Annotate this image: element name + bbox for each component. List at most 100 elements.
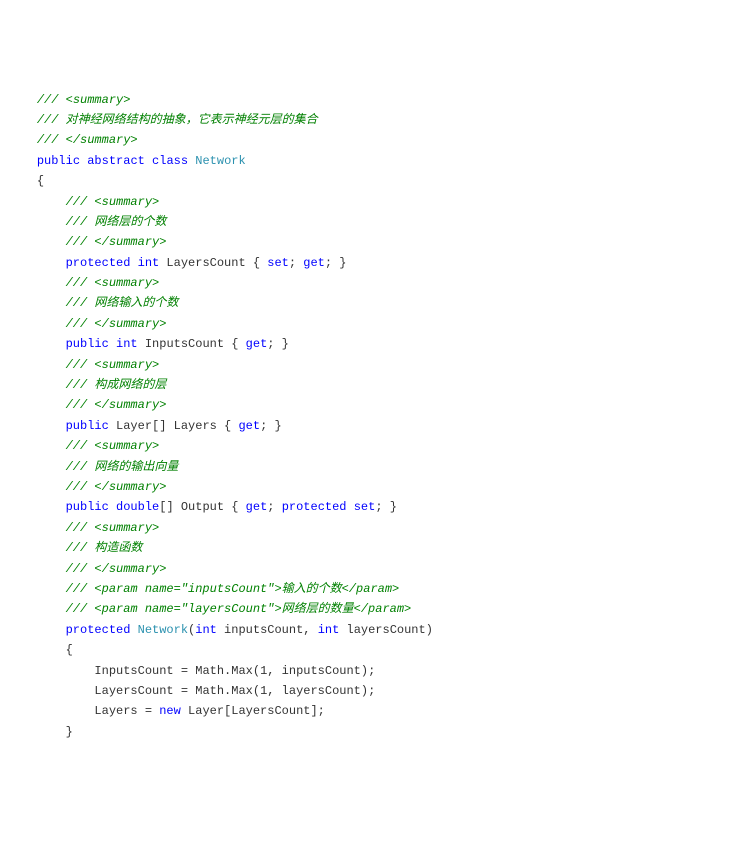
code-line: /// 网络输入的个数: [8, 293, 721, 313]
token-pl: {: [66, 643, 73, 657]
token-pl: LayersCount {: [159, 256, 267, 270]
code-line: /// 网络层的个数: [8, 212, 721, 232]
token-pl: [130, 623, 137, 637]
token-cm: /// <param name="layersCount">网络层的数量</pa…: [66, 602, 412, 616]
token-kw: class: [152, 154, 188, 168]
token-cm: /// </summary>: [66, 480, 167, 494]
token-pl: ; }: [325, 256, 347, 270]
token-kw: public: [66, 500, 109, 514]
code-line: LayersCount = Math.Max(1, layersCount);: [8, 681, 721, 701]
code-line: public int InputsCount { get; }: [8, 334, 721, 354]
token-kw: int: [116, 337, 138, 351]
token-pl: [] Output {: [159, 500, 245, 514]
token-pl: [145, 154, 152, 168]
code-line: /// 构造函数: [8, 538, 721, 558]
token-pl: [109, 500, 116, 514]
token-pl: Layer[] Layers {: [109, 419, 239, 433]
code-line: protected Network(int inputsCount, int l…: [8, 620, 721, 640]
token-kw: int: [138, 256, 160, 270]
token-cm: /// <param name="inputsCount">输入的个数</par…: [66, 582, 400, 596]
code-line: }: [8, 722, 721, 742]
token-kw: public: [66, 337, 109, 351]
token-num: 1: [260, 684, 267, 698]
token-kw: protected: [282, 500, 347, 514]
token-pl: ; }: [267, 337, 289, 351]
token-kw: set: [267, 256, 289, 270]
token-pl: {: [37, 174, 44, 188]
token-pl: }: [66, 725, 73, 739]
token-kw: protected: [66, 256, 131, 270]
token-cm: /// 网络输入的个数: [66, 296, 179, 310]
code-line: /// <summary>: [8, 436, 721, 456]
token-kw: abstract: [87, 154, 145, 168]
code-line: public double[] Output { get; protected …: [8, 497, 721, 517]
token-num: 1: [260, 664, 267, 678]
token-pl: ;: [267, 500, 281, 514]
code-line: /// <summary>: [8, 518, 721, 538]
code-line: /// <summary>: [8, 90, 721, 110]
code-line: public abstract class Network: [8, 151, 721, 171]
token-kw: int: [318, 623, 340, 637]
code-line: public Layer[] Layers { get; }: [8, 416, 721, 436]
code-line: InputsCount = Math.Max(1, inputsCount);: [8, 661, 721, 681]
token-cm: /// <summary>: [66, 439, 160, 453]
code-line: /// </summary>: [8, 130, 721, 150]
code-line: /// 对神经网络结构的抽象，它表示神经元层的集合: [8, 110, 721, 130]
token-cm: /// </summary>: [66, 235, 167, 249]
code-line: Layers = new Layer[LayersCount];: [8, 701, 721, 721]
token-pl: ;: [289, 256, 303, 270]
token-cm: /// 构造函数: [66, 541, 143, 555]
token-ty: Network: [195, 154, 245, 168]
token-cm: /// </summary>: [66, 398, 167, 412]
token-kw: get: [238, 419, 260, 433]
code-line: protected int LayersCount { set; get; }: [8, 253, 721, 273]
token-pl: ; }: [375, 500, 397, 514]
token-kw: public: [37, 154, 80, 168]
token-pl: LayersCount = Math.Max(: [94, 684, 260, 698]
token-cm: /// <summary>: [66, 358, 160, 372]
token-pl: Layer[LayersCount];: [181, 704, 325, 718]
code-line: /// <summary>: [8, 273, 721, 293]
code-line: /// <summary>: [8, 355, 721, 375]
token-kw: get: [303, 256, 325, 270]
token-kw: double: [116, 500, 159, 514]
code-line: /// 构成网络的层: [8, 375, 721, 395]
token-cm: /// </summary>: [66, 562, 167, 576]
token-cm: /// <summary>: [66, 276, 160, 290]
token-pl: [109, 337, 116, 351]
code-line: /// <param name="inputsCount">输入的个数</par…: [8, 579, 721, 599]
token-pl: [130, 256, 137, 270]
token-kw: protected: [66, 623, 131, 637]
code-line: /// </summary>: [8, 559, 721, 579]
token-cm: /// 网络的输出向量: [66, 460, 179, 474]
code-line: {: [8, 640, 721, 660]
code-block: /// <summary> /// 对神经网络结构的抽象，它表示神经元层的集合 …: [8, 90, 721, 743]
token-kw: new: [159, 704, 181, 718]
token-pl: , inputsCount);: [267, 664, 375, 678]
code-line: /// </summary>: [8, 314, 721, 334]
token-cm: /// </summary>: [66, 317, 167, 331]
token-pl: InputsCount = Math.Max(: [94, 664, 260, 678]
token-pl: InputsCount {: [138, 337, 246, 351]
token-cm: /// 对神经网络结构的抽象，它表示神经元层的集合: [37, 113, 318, 127]
token-cm: /// </summary>: [37, 133, 138, 147]
token-pl: , layersCount);: [267, 684, 375, 698]
code-line: /// </summary>: [8, 232, 721, 252]
token-pl: layersCount): [339, 623, 433, 637]
token-pl: Layers =: [94, 704, 159, 718]
code-line: {: [8, 171, 721, 191]
token-kw: int: [195, 623, 217, 637]
code-line: /// <summary>: [8, 192, 721, 212]
token-cm: /// 网络层的个数: [66, 215, 167, 229]
token-kw: public: [66, 419, 109, 433]
token-kw: get: [246, 500, 268, 514]
token-ty: Network: [138, 623, 188, 637]
code-line: /// 网络的输出向量: [8, 457, 721, 477]
code-line: /// <param name="layersCount">网络层的数量</pa…: [8, 599, 721, 619]
code-line: /// </summary>: [8, 395, 721, 415]
token-cm: /// 构成网络的层: [66, 378, 167, 392]
token-pl: ; }: [260, 419, 282, 433]
token-cm: /// <summary>: [66, 521, 160, 535]
token-cm: /// <summary>: [66, 195, 160, 209]
token-pl: [347, 500, 354, 514]
